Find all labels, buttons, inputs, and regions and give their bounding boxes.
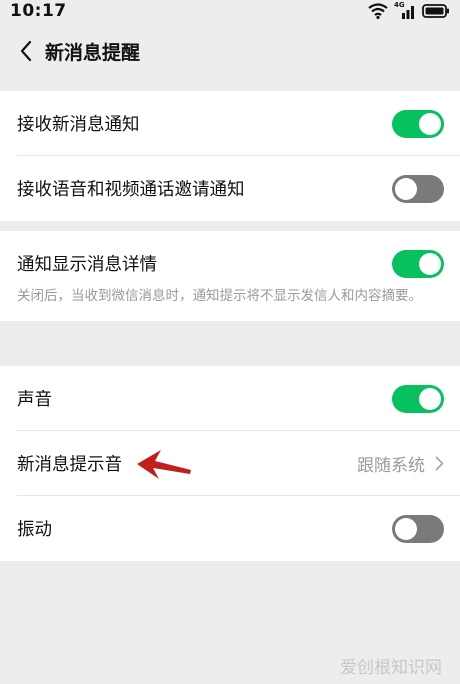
section-notifications: 接收新消息通知 接收语音和视频通话邀请通知 — [0, 91, 460, 221]
row-vibrate[interactable]: 振动 — [0, 496, 460, 561]
row-label: 通知显示消息详情 — [17, 255, 157, 275]
status-icons: 4G — [368, 1, 450, 19]
chevron-left-icon — [20, 40, 32, 62]
nav-bar: 新消息提醒 — [0, 22, 460, 80]
row-label: 接收语音和视频通话邀请通知 — [17, 180, 245, 200]
row-ringtone[interactable]: 新消息提示音 跟随系统 — [0, 431, 460, 496]
sound-toggle[interactable] — [392, 384, 444, 413]
row-receive-new-messages[interactable]: 接收新消息通知 — [0, 91, 460, 156]
section-details: 通知显示消息详情 关闭后，当收到微信消息时，通知提示将不显示发信人和内容摘要。 — [0, 231, 460, 321]
ringtone-value-wrap: 跟随系统 — [357, 451, 444, 476]
row-sound[interactable]: 声音 — [0, 366, 460, 431]
section-sound: 声音 新消息提示音 跟随系统 振动 — [0, 366, 460, 561]
page-title: 新消息提醒 — [45, 41, 141, 64]
chevron-right-icon — [435, 456, 444, 471]
row-receive-call-invites[interactable]: 接收语音和视频通话邀请通知 — [0, 156, 460, 221]
signal-icon: 4G — [394, 1, 416, 19]
ringtone-value: 跟随系统 — [357, 456, 425, 476]
battery-icon — [422, 4, 449, 18]
wifi-icon — [368, 3, 388, 19]
row-label: 振动 — [17, 520, 52, 540]
annotation-arrow-icon — [137, 450, 191, 479]
show-details-toggle[interactable] — [392, 249, 444, 278]
receive-notifications-toggle[interactable] — [392, 109, 444, 138]
watermark: 爱创根知识网 — [340, 658, 442, 678]
call-invites-toggle[interactable] — [392, 174, 444, 203]
row-label: 声音 — [17, 390, 52, 410]
row-label: 新消息提示音 — [17, 455, 122, 475]
vibrate-toggle[interactable] — [392, 514, 444, 543]
back-button[interactable] — [13, 38, 39, 64]
status-time: 10:17 — [10, 1, 67, 21]
status-bar: 10:17 4G — [0, 0, 460, 22]
row-show-details[interactable]: 通知显示消息详情 — [0, 231, 460, 296]
row-label: 接收新消息通知 — [17, 115, 140, 135]
